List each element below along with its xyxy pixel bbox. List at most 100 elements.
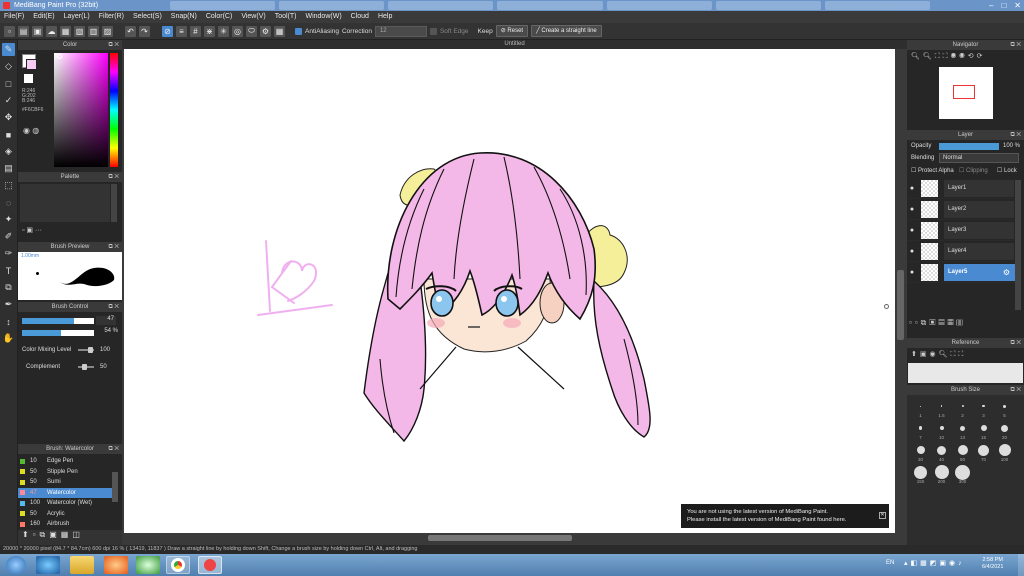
layer-row[interactable]: ● Layer2 (907, 199, 1014, 220)
canvas-tab[interactable]: Untitled (122, 40, 907, 49)
ie-icon[interactable] (36, 556, 60, 574)
menu-filter[interactable]: Filter(R) (99, 11, 124, 23)
correction-select[interactable]: 12 (374, 25, 427, 37)
layer-list-scrollbar[interactable] (1015, 180, 1021, 310)
straight-line-button[interactable]: ╱ Create a straight line (531, 25, 602, 37)
protect-alpha-checkbox[interactable]: ☐ Protect Alpha (911, 167, 954, 174)
complement-slider[interactable] (78, 364, 94, 370)
show-desktop-button[interactable] (1018, 554, 1024, 576)
start-button[interactable] (6, 556, 26, 574)
brush-size-cell[interactable]: 7 (911, 421, 930, 441)
menu-help[interactable]: Help (378, 11, 392, 23)
blending-select[interactable]: Normal (939, 153, 1019, 163)
menu-cloud[interactable]: Cloud (351, 11, 369, 23)
lasso-icon[interactable]: ◌ (2, 196, 15, 209)
dot-tool-icon[interactable]: ✓ (2, 94, 15, 107)
navigator-viewport-box[interactable] (953, 85, 975, 99)
horizontal-scroll-thumb[interactable] (428, 535, 572, 541)
operation-icon[interactable]: ↕ (2, 315, 15, 328)
snap-parallel-icon[interactable]: ≡ (176, 25, 187, 37)
reset-button[interactable]: ⊘ Reset (495, 25, 529, 37)
snap-settings-icon[interactable]: ⚙ (260, 25, 271, 37)
undo-icon[interactable]: ↶ (125, 25, 136, 37)
print-icon[interactable]: ▧ (74, 25, 85, 37)
brush-size-cell[interactable]: 300 (953, 464, 972, 485)
brush-list-item[interactable]: 10 Edge Pen (18, 456, 112, 467)
brush-size-cell[interactable]: 1.5 (932, 399, 951, 419)
brush-size-cell[interactable]: 20 (995, 421, 1014, 441)
brush-size-cell[interactable]: 13 (953, 421, 972, 441)
brush-list-tools[interactable]: ⬆▫⧉▣▦◫ (18, 530, 122, 545)
brush-size-cell[interactable]: 200 (932, 465, 951, 485)
chrome-icon[interactable] (166, 556, 190, 574)
explorer-icon[interactable] (70, 556, 94, 574)
brush-size-cell[interactable]: 15 (974, 421, 993, 441)
magic-wand-icon[interactable]: ✦ (2, 213, 15, 226)
palette-tools-icons[interactable]: ▫ ▣ ··· (22, 226, 42, 234)
snap-grid-icon[interactable]: ▦ (274, 25, 285, 37)
navigator-tools[interactable]: 🔍︎🔍︎⛶⛶◉◉⟲⟳ (907, 50, 1024, 64)
snap-circle-icon[interactable]: ◎ (232, 25, 243, 37)
close-icon[interactable]: ✕ (1014, 0, 1021, 11)
menu-tool[interactable]: Tool(T) (275, 11, 297, 23)
snap-radial-icon[interactable]: ✳ (218, 25, 229, 37)
eraser-tool-icon[interactable]: ◇ (2, 60, 15, 73)
lock-checkbox[interactable]: ☐ Lock (997, 167, 1017, 174)
canvas-rotation-handle[interactable] (884, 304, 889, 309)
menu-view[interactable]: View(V) (241, 11, 265, 23)
menu-layer[interactable]: Layer(L) (64, 11, 90, 23)
cloud-save-icon[interactable]: ☁ (46, 25, 57, 37)
menu-snap[interactable]: Snap(N) (171, 11, 197, 23)
drawing-canvas[interactable] (124, 49, 895, 533)
layer-row[interactable]: ● Layer4 (907, 241, 1014, 262)
media-player-icon[interactable] (104, 556, 128, 574)
menu-select[interactable]: Select(S) (133, 11, 162, 23)
snap-ellipse-icon[interactable]: ⬭ (246, 25, 257, 37)
redo-icon[interactable]: ↷ (139, 25, 150, 37)
brush-size-cell[interactable]: 5 (995, 399, 1014, 419)
foreground-color-swatch[interactable] (26, 59, 37, 70)
layer-visibility-icon[interactable]: ● (907, 248, 917, 255)
brush-size-cell[interactable]: 40 (932, 443, 951, 463)
shape-tool-icon[interactable]: □ (2, 77, 15, 90)
brush-size-cell[interactable]: 1 (911, 399, 930, 419)
palette-scrollbar[interactable] (111, 184, 117, 222)
select-eraser-icon[interactable]: ✑ (2, 247, 15, 260)
reference-tools[interactable]: ⬆▣◉🔍︎⛶⛶ (907, 348, 1024, 361)
update-notice[interactable]: You are not using the latest version of … (681, 504, 889, 528)
navigator-thumbnail[interactable] (939, 67, 993, 119)
gradient-tool-icon[interactable]: ▤ (2, 162, 15, 175)
brush-list-item[interactable]: 50 Stipple Pen (18, 467, 112, 478)
layer-row[interactable]: ● Layer1 (907, 178, 1014, 199)
rect-fill-tool-icon[interactable]: ■ (2, 128, 15, 141)
export-icon[interactable]: ▦ (60, 25, 71, 37)
brush-tool-icon[interactable]: ✎ (2, 43, 15, 56)
move-tool-icon[interactable]: ✥ (2, 111, 15, 124)
open-file-icon[interactable]: ▤ (18, 25, 29, 37)
vertical-scroll-thumb[interactable] (897, 270, 904, 340)
divide-tool-icon[interactable]: ⧉ (2, 281, 15, 294)
layer-visibility-icon[interactable]: ● (907, 185, 917, 192)
brush-list-item[interactable]: 100 Watercolor (Wet) (18, 498, 112, 509)
clock-date[interactable]: 6/4/2021 (982, 564, 1003, 571)
layer-opacity-slider[interactable] (939, 143, 999, 150)
new-file-icon[interactable]: ▫ (4, 25, 15, 37)
brush-opacity-slider[interactable] (22, 330, 94, 336)
layer-visibility-icon[interactable]: ● (907, 269, 917, 276)
eyedropper-icon[interactable]: ✒ (2, 298, 15, 311)
layer-settings-icon[interactable]: ⚙ (1003, 268, 1010, 277)
brush-list-item[interactable]: 47 Watercolor (18, 487, 112, 498)
menu-edit[interactable]: Edit(E) (33, 11, 54, 23)
brush-list-item[interactable]: 50 Acrylic (18, 509, 112, 520)
menu-file[interactable]: File(F) (4, 11, 24, 23)
language-indicator[interactable]: EN (886, 560, 894, 566)
share-icon[interactable]: ▥ (88, 25, 99, 37)
snap-off-icon[interactable]: ⊘ (162, 25, 173, 37)
reference-area[interactable] (908, 363, 1023, 383)
layer-row[interactable]: ● Layer3 (907, 220, 1014, 241)
brush-list-item[interactable]: 160 Airbrush (18, 519, 112, 530)
color-mode-icons[interactable]: ◉ ◍ (23, 126, 39, 135)
notice-close-icon[interactable]: ✕ (879, 512, 886, 519)
layer-visibility-icon[interactable]: ● (907, 206, 917, 213)
clipping-checkbox[interactable]: ☐ Clipping (959, 167, 988, 174)
